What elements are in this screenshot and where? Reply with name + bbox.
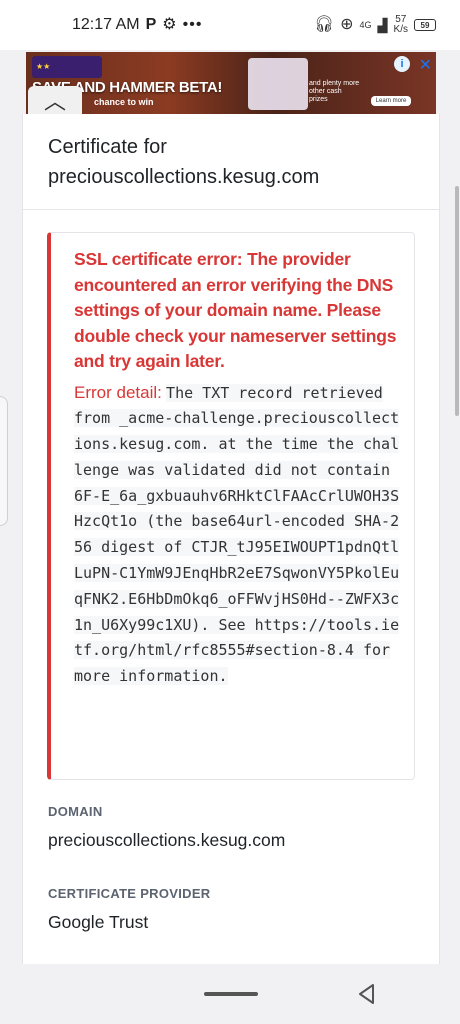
certificate-provider-value: Google Trust [48, 912, 149, 932]
headphones-icon: 🎧︎ [313, 16, 335, 33]
navigation-bar [0, 964, 460, 1024]
data-saver-icon: ⊕ [340, 16, 354, 33]
certificate-heading-domain: preciouscollections.kesug.com [48, 166, 320, 188]
more-dots-icon: ••• [182, 16, 203, 33]
ad-cta-text: and plenty more other cash prizes [309, 80, 360, 103]
domain-value: preciouscollections.kesug.com [48, 830, 286, 850]
status-time: 12:17 AM [72, 16, 140, 33]
status-bar: 12:17 AM P ⚙ ••• 🎧︎ ⊕ 4G ▟ 57 K/s 59 [0, 0, 460, 50]
page-scrollbar[interactable] [455, 186, 459, 416]
certificate-card: Certificate for preciouscollections.kesu… [22, 114, 440, 964]
ad-info-icon[interactable]: i [394, 56, 410, 72]
ad-collapse-chevron-icon[interactable]: ︿ [28, 86, 82, 114]
status-right: 🎧︎ ⊕ 4G ▟ 57 K/s 59 [314, 15, 436, 35]
signal-icon: ▟ [377, 17, 388, 33]
home-gesture-pill[interactable] [204, 992, 258, 996]
battery-level: 59 [420, 20, 430, 30]
error-detail: Error detail: The TXT record retrieved f… [74, 380, 400, 691]
domain-label: DOMAIN [48, 804, 103, 819]
parking-icon: P [145, 16, 157, 33]
ad-logo: ★★ [32, 56, 102, 78]
error-title: SSL certificate error: The provider enco… [74, 249, 397, 371]
edge-panel-handle[interactable] [0, 396, 8, 526]
net-speed: 57 K/s [394, 15, 408, 35]
certificate-heading: Certificate for preciouscollections.kesu… [48, 132, 428, 192]
heading-divider [23, 209, 439, 210]
gear-icon: ⚙ [162, 16, 177, 33]
signal-label: 4G [359, 20, 372, 30]
certificate-heading-line1: Certificate for [48, 136, 167, 158]
back-triangle-icon[interactable] [355, 982, 379, 1006]
ad-learn-more-button[interactable]: Learn more [371, 96, 411, 106]
ad-subline: chance to win [94, 97, 154, 107]
status-left: 12:17 AM P ⚙ ••• [72, 16, 202, 34]
certificate-provider-label: CERTIFICATE PROVIDER [48, 886, 211, 901]
ad-close-icon[interactable]: ✕ [419, 55, 432, 75]
ssl-error-alert: SSL certificate error: The provider enco… [47, 232, 415, 780]
ad-phone-screens-image [248, 58, 308, 110]
ad-banner[interactable]: ★★ SAVE AND HAMMER BETA! chance to win a… [26, 52, 436, 114]
error-detail-label: Error detail: [74, 382, 162, 402]
net-speed-unit: K/s [393, 24, 408, 35]
battery-icon: 59 [414, 19, 436, 31]
error-detail-text: The TXT record retrieved from _acme-chal… [74, 383, 400, 686]
